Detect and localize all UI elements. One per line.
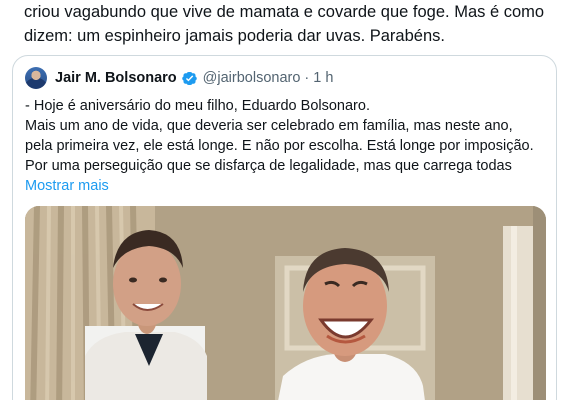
quoted-text-line: Mais um ano de vida, que deveria ser cel… (25, 118, 513, 134)
post-text-line: criou vagabundo que vive de mamata e cov… (24, 3, 545, 21)
timestamp[interactable]: 1 h (313, 70, 333, 86)
avatar[interactable] (25, 67, 47, 89)
quoted-text-line: Por uma perseguição que se disfarça de l… (25, 158, 512, 174)
separator-dot: · (304, 70, 310, 86)
verified-badge-icon (181, 71, 197, 85)
show-more-link[interactable]: Mostrar mais (25, 176, 550, 196)
quoted-text-line: pela primeira vez, ele está longe. E não… (25, 138, 534, 154)
post-text-line: dizem: um espinheiro jamais poderia dar … (24, 27, 445, 45)
quoted-text-line: - Hoje é aniversário do meu filho, Eduar… (25, 98, 370, 114)
author-name[interactable]: Jair M. Bolsonaro (55, 70, 177, 86)
quoted-tweet-header: Jair M. Bolsonaro @jairbolsonaro · 1 h (25, 66, 333, 90)
quoted-tweet-card[interactable]: Jair M. Bolsonaro @jairbolsonaro · 1 h -… (12, 55, 557, 400)
video-still-image (25, 206, 546, 400)
quoted-tweet-text: - Hoje é aniversário do meu filho, Eduar… (25, 96, 550, 196)
author-handle[interactable]: @jairbolsonaro (203, 70, 301, 86)
video-thumbnail[interactable] (25, 206, 546, 400)
post-text: criou vagabundo que vive de mamata e cov… (24, 0, 554, 48)
